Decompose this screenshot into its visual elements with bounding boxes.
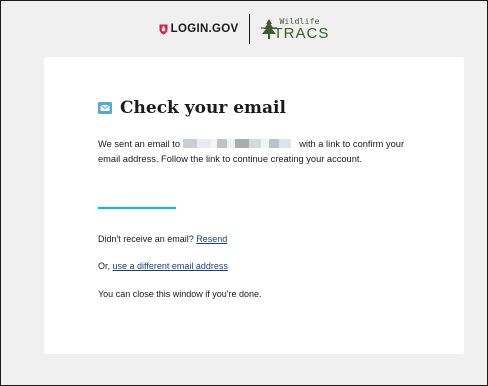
- resend-prefix: Didn't receive an email?: [98, 234, 194, 244]
- accent-divider: [98, 207, 176, 209]
- shield-icon: [159, 24, 168, 34]
- email-icon: [98, 102, 112, 114]
- confirmation-message: We sent an email to with a link to confi…: [98, 137, 418, 167]
- page-title: Check your email: [120, 98, 286, 118]
- different-prefix: Or,: [98, 261, 111, 271]
- login-gov-wordmark: LOGIN.GOV: [170, 23, 239, 35]
- redacted-email: [182, 139, 291, 148]
- different-email-row: Or, use a different email address: [98, 261, 228, 271]
- resend-row: Didn't receive an email? Resend: [98, 234, 227, 244]
- different-email-link[interactable]: use a different email address: [113, 261, 228, 271]
- resend-link[interactable]: Resend: [196, 234, 227, 244]
- partner-wordmark-bottom: TRACS: [273, 24, 330, 42]
- login-gov-logo[interactable]: LOGIN.GOV: [159, 23, 239, 35]
- page-header: LOGIN.GOV Wildlife TRACS: [1, 1, 487, 57]
- close-note: You can close this window if you're done…: [98, 289, 262, 299]
- title-row: Check your email: [98, 98, 286, 118]
- partner-logo: Wildlife TRACS: [260, 17, 330, 42]
- message-before: We sent an email to: [98, 139, 180, 149]
- content-card: Check your email We sent an email to wit…: [44, 57, 464, 354]
- header-divider: [248, 14, 250, 44]
